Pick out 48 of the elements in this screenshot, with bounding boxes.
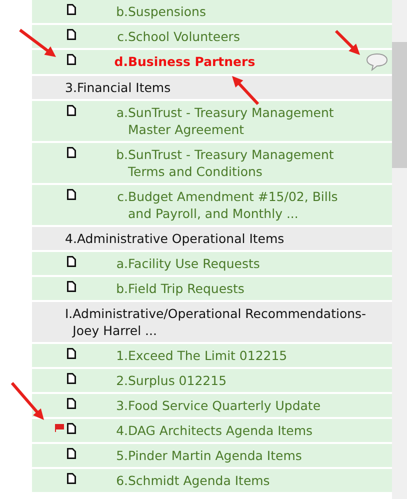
agenda-item-row[interactable]: d.Business Partners [32, 50, 392, 74]
agenda-item-row[interactable]: c.School Volunteers [32, 25, 392, 48]
item-number: d. [113, 53, 128, 70]
item-title[interactable]: Schmidt Agenda Items [128, 472, 362, 489]
item-title[interactable]: Facility Use Requests [128, 255, 362, 272]
agenda-item-row[interactable]: b.Suspensions [32, 0, 392, 23]
item-title[interactable]: Surplus 012215 [128, 372, 362, 389]
item-number: b. [115, 3, 128, 20]
item-number: c. [116, 28, 128, 45]
section-title: Administrative/Operational Recommendations- Joey Harrel ... [72, 305, 368, 339]
section-title: Financial Items [76, 79, 171, 96]
item-title[interactable]: Business Partners [128, 53, 362, 70]
item-title[interactable]: Budget Amendment #15/02, Bills and Payroll, and Monthly ... [128, 188, 362, 222]
item-number: 4. [115, 422, 128, 439]
item-number: 1. [115, 347, 128, 364]
section-title: Administrative Operational Items [76, 230, 284, 247]
agenda-item-row[interactable]: 5.Pinder Martin Agenda Items [32, 444, 392, 467]
item-title[interactable]: Pinder Martin Agenda Items [128, 447, 362, 464]
agenda-item-row[interactable]: b.Field Trip Requests [32, 277, 392, 300]
agenda-item-row[interactable]: 2.Surplus 012215 [32, 369, 392, 392]
agenda-item-row[interactable]: a.SunTrust - Treasury Management Master Agreement [32, 101, 392, 141]
item-number: b. [115, 146, 128, 163]
item-number: c. [116, 188, 128, 205]
agenda-item-row[interactable]: c.Budget Amendment #15/02, Bills and Payroll, and Monthly ... [32, 185, 392, 225]
section-number: 3. [65, 79, 77, 96]
agenda-item-row[interactable]: 4.DAG Architects Agenda Items [32, 419, 392, 442]
item-number: 5. [115, 447, 128, 464]
item-title[interactable]: Food Service Quarterly Update [128, 397, 362, 414]
agenda-item-row[interactable]: 6.Schmidt Agenda Items [32, 469, 392, 492]
item-number: b. [115, 280, 128, 297]
item-number: a. [115, 104, 128, 121]
item-number: 2. [115, 372, 128, 389]
item-title[interactable]: Suspensions [128, 3, 362, 20]
item-title[interactable]: DAG Architects Agenda Items [128, 422, 362, 439]
agenda-item-row[interactable]: b.SunTrust - Treasury Management Terms and Conditions [32, 143, 392, 183]
item-title[interactable]: SunTrust - Treasury Management Terms and Conditions [128, 146, 362, 180]
item-number: 3. [115, 397, 128, 414]
item-number: 6. [115, 472, 128, 489]
agenda-item-row[interactable]: 3.Food Service Quarterly Update [32, 394, 392, 417]
item-title[interactable]: Exceed The Limit 012215 [128, 347, 362, 364]
item-title[interactable]: School Volunteers [128, 28, 362, 45]
item-title[interactable]: SunTrust - Treasury Management Master Agreement [128, 104, 362, 138]
agenda-item-row[interactable]: a.Facility Use Requests [32, 252, 392, 275]
item-title[interactable]: Field Trip Requests [128, 280, 362, 297]
section-number: I. [65, 305, 73, 323]
agenda-item-row[interactable]: 1.Exceed The Limit 012215 [32, 344, 392, 367]
section-number: 4. [65, 230, 77, 247]
item-number: a. [115, 255, 128, 272]
